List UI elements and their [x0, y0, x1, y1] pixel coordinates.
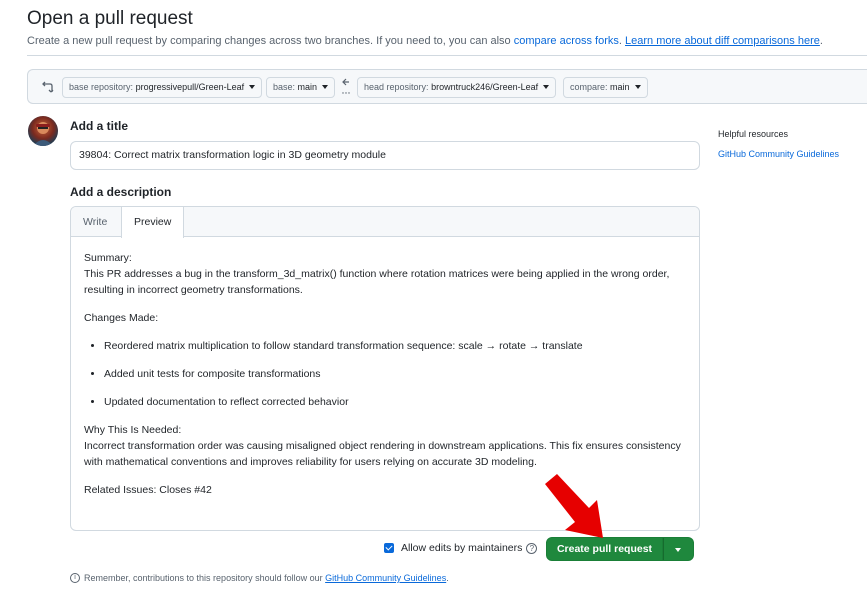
- arrow-left-icon: [342, 78, 350, 94]
- avatar[interactable]: [28, 116, 58, 146]
- compare-bar: base repository: progressivepull/Green-L…: [27, 69, 867, 104]
- head-repository-select[interactable]: head repository: browntruck246/Green-Lea…: [357, 77, 557, 98]
- caret-down-icon: [322, 85, 329, 89]
- summary-text: This PR addresses a bug in the transform…: [84, 268, 670, 296]
- page-title: Open a pull request: [27, 8, 193, 29]
- base-repository-select[interactable]: base repository: progressivepull/Green-L…: [62, 77, 263, 98]
- info-icon: i: [70, 573, 80, 583]
- description-label: Add a description: [70, 185, 172, 199]
- git-compare-icon: [42, 81, 54, 93]
- changes-list: Reordered matrix multiplication to follo…: [84, 338, 689, 410]
- caret-down-icon: [543, 85, 550, 89]
- changes-heading: Changes Made:: [84, 312, 159, 324]
- base-repo-value: progressivepull/Green-Leaf: [135, 82, 245, 92]
- footer-guidelines-link[interactable]: GitHub Community Guidelines: [325, 573, 446, 583]
- create-pull-request-button[interactable]: Create pull request: [546, 537, 663, 561]
- allow-edits-checkbox[interactable]: [384, 543, 394, 553]
- header-divider: [27, 55, 867, 56]
- tab-write[interactable]: Write: [71, 207, 119, 237]
- list-item: Updated documentation to reflect correct…: [104, 394, 689, 410]
- footer-end: .: [446, 573, 449, 583]
- base-repo-label: base repository:: [69, 82, 134, 92]
- red-arrow-annotation-icon: [545, 474, 603, 538]
- title-input[interactable]: 39804: Correct matrix transformation log…: [70, 141, 700, 170]
- learn-more-link[interactable]: Learn more about diff comparisons here: [625, 35, 820, 47]
- allow-edits-option: Allow edits by maintainers ?: [384, 542, 538, 554]
- compare-forks-link[interactable]: compare across forks: [514, 35, 619, 47]
- compare-label: compare:: [570, 82, 608, 92]
- create-options-dropdown[interactable]: [663, 537, 694, 561]
- tab-preview[interactable]: Preview: [121, 207, 185, 238]
- description-preview: Summary: This PR addresses a bug in the …: [84, 250, 689, 510]
- page-subtitle: Create a new pull request by comparing c…: [27, 35, 823, 47]
- allow-edits-label[interactable]: Allow edits by maintainers: [401, 542, 522, 554]
- head-repo-label: head repository:: [364, 82, 429, 92]
- caret-down-icon: [634, 85, 641, 89]
- footer-text: Remember, contributions to this reposito…: [84, 573, 323, 583]
- title-label: Add a title: [70, 119, 129, 133]
- why-block: Why This Is Needed: Incorrect transforma…: [84, 422, 689, 470]
- summary-block: Summary: This PR addresses a bug in the …: [84, 250, 689, 298]
- editor-tabs: Write Preview: [71, 207, 699, 238]
- subtitle-text: Create a new pull request by comparing c…: [27, 35, 511, 47]
- summary-heading: Summary:: [84, 252, 132, 264]
- list-item: Added unit tests for composite transform…: [104, 366, 689, 382]
- list-item: Reordered matrix multiplication to follo…: [104, 338, 689, 354]
- why-heading: Why This Is Needed:: [84, 424, 182, 436]
- compare-branch-select[interactable]: compare: main: [563, 77, 648, 98]
- caret-down-icon: [249, 85, 256, 89]
- footer-note: i Remember, contributions to this reposi…: [70, 573, 449, 583]
- avatar-image: [33, 122, 53, 146]
- community-guidelines-link[interactable]: GitHub Community Guidelines: [718, 149, 839, 159]
- base-value: main: [297, 82, 318, 92]
- caret-down-icon: [675, 548, 681, 552]
- compare-value: main: [610, 82, 630, 92]
- base-branch-select[interactable]: base: main: [266, 77, 336, 98]
- why-text: Incorrect transformation order was causi…: [84, 440, 681, 468]
- base-label: base:: [273, 82, 296, 92]
- question-icon[interactable]: ?: [526, 542, 538, 554]
- helpful-resources-title: Helpful resources: [718, 129, 789, 139]
- head-repo-value: browntruck246/Green-Leaf: [431, 82, 539, 92]
